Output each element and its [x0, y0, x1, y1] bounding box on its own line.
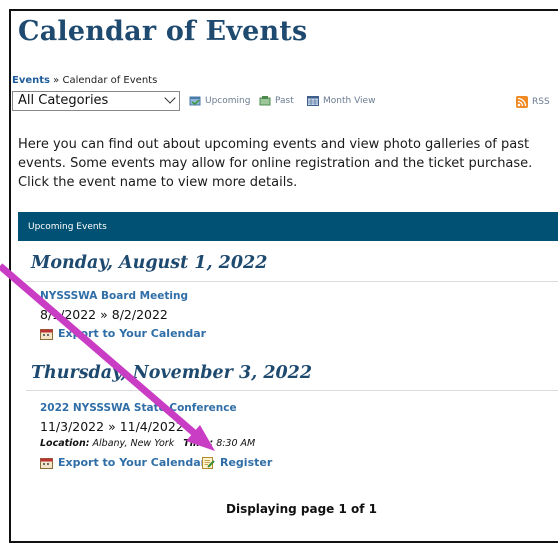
register-label: Register: [220, 456, 273, 469]
event-date-range: 8/1/2022 » 8/2/2022: [40, 307, 168, 322]
category-select-value: All Categories: [18, 93, 109, 108]
register-link[interactable]: Register: [202, 456, 272, 469]
calendar-icon: [40, 328, 53, 340]
chevron-down-icon: [164, 92, 176, 104]
pagination-status: Displaying page 1 of 1: [226, 502, 378, 516]
event-date-range: 11/3/2022 » 11/4/2022: [40, 419, 184, 434]
event-title-link[interactable]: NYSSSWA Board Meeting: [40, 290, 188, 302]
rss-icon: [516, 96, 528, 108]
event-date-heading: Thursday, November 3, 2022: [31, 363, 313, 383]
upcoming-label: Upcoming: [205, 96, 251, 106]
divider: [26, 390, 558, 391]
upcoming-icon: [189, 96, 201, 106]
page-title: Calendar of Events: [18, 16, 308, 47]
month-view-label: Month View: [323, 96, 376, 106]
upcoming-button[interactable]: Upcoming: [189, 96, 250, 106]
past-label: Past: [275, 96, 294, 106]
month-view-button[interactable]: Month View: [307, 96, 375, 106]
rss-label: RSS: [532, 97, 550, 107]
export-calendar-link[interactable]: Export to Your Calendar: [40, 327, 206, 340]
breadcrumb: Events » Calendar of Events: [12, 75, 157, 86]
category-select[interactable]: All Categories: [12, 91, 180, 111]
time-value: 8:30 AM: [216, 438, 256, 449]
rss-button[interactable]: RSS: [516, 96, 550, 108]
location-value: Albany, New York: [92, 438, 175, 449]
breadcrumb-separator: »: [49, 75, 63, 86]
event-title-link[interactable]: 2022 NYSSSWA State Conference: [40, 402, 237, 414]
event-date-heading: Monday, August 1, 2022: [31, 253, 268, 273]
intro-text: Here you can find out about upcoming eve…: [18, 137, 533, 190]
upcoming-events-bar: Upcoming Events: [18, 212, 558, 241]
divider: [26, 281, 558, 282]
past-button[interactable]: Past: [259, 96, 294, 106]
event-location-time: Location: Albany, New York Time: 8:30 AM: [40, 438, 255, 449]
export-calendar-label: Export to Your Calendar: [58, 327, 207, 340]
past-icon: [259, 96, 271, 106]
location-label: Location:: [40, 438, 90, 449]
month-view-icon: [307, 96, 319, 106]
export-calendar-label: Export to Your Calendar: [58, 456, 207, 469]
breadcrumb-events-link[interactable]: Events: [12, 75, 50, 86]
time-label: Time:: [183, 438, 214, 449]
export-calendar-link[interactable]: Export to Your Calendar: [40, 456, 206, 469]
register-icon: [202, 456, 215, 469]
breadcrumb-current: Calendar of Events: [62, 75, 158, 86]
upcoming-events-label: Upcoming Events: [28, 221, 107, 232]
calendar-icon: [40, 457, 53, 469]
